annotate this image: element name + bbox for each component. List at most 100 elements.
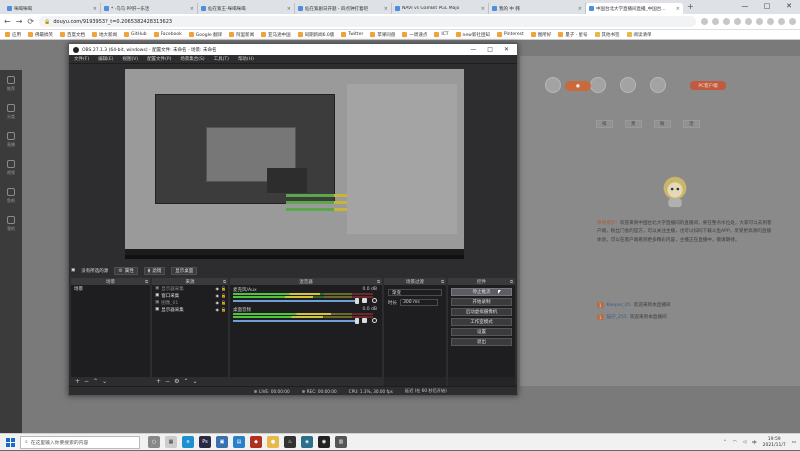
extension-icon[interactable] (767, 18, 774, 25)
scene-item[interactable]: 场景 (71, 285, 150, 292)
start-recording-button[interactable]: 开始录制 (451, 298, 512, 306)
source-item[interactable]: ▣ 显示器采集 ◉ 🔓 (152, 285, 228, 292)
close-tab-icon[interactable]: × (384, 6, 388, 12)
extension-icon[interactable] (723, 18, 730, 25)
volume-icon[interactable]: ◁ (743, 440, 746, 445)
lock-icon[interactable]: 🔓 (221, 286, 226, 291)
bookmark-item[interactable]: 应用 (5, 32, 21, 38)
bookmark-item[interactable]: 一周速点 (402, 32, 427, 38)
bookmark-item[interactable]: Facebook (153, 32, 182, 37)
reload-icon[interactable]: ⟳ (27, 17, 34, 26)
bookmark-item[interactable]: 佛最搞笑 (28, 32, 53, 38)
store-icon[interactable]: ▣ (216, 436, 228, 448)
file-explorer-icon[interactable]: ▦ (165, 436, 177, 448)
forward-icon[interactable]: → (16, 17, 23, 26)
app-icon[interactable]: ◈ (301, 436, 313, 448)
browser-tab[interactable]: * ·乌乌 PP肝~乐活 × (101, 3, 198, 14)
close-tab-icon[interactable]: × (578, 6, 582, 12)
filters-button[interactable]: ⧫ 滤镜 (143, 266, 166, 275)
visibility-icon[interactable]: ◉ (216, 293, 220, 298)
minimize-icon[interactable]: — (734, 0, 756, 13)
remove-icon[interactable]: − (84, 378, 89, 385)
site-nav-item[interactable]: 推荐 (0, 70, 22, 98)
network-icon[interactable]: ◠ (733, 440, 737, 445)
close-icon[interactable]: ✕ (504, 46, 509, 53)
obs-menu-item[interactable]: 帮助(H) (238, 56, 254, 62)
slider-knob[interactable] (355, 298, 359, 304)
visibility-icon[interactable]: ◉ (216, 307, 220, 312)
browser-tab[interactable]: NAVI vs GamBit PGL Majo × (392, 3, 489, 14)
obs-icon[interactable]: ◉ (318, 436, 330, 448)
mute-icon[interactable] (362, 298, 367, 303)
extension-icon[interactable] (756, 18, 763, 25)
bookmark-item[interactable]: 图所好 (530, 32, 551, 38)
subscribe-button[interactable]: ● (565, 81, 591, 91)
tray-chevron-icon[interactable]: ⌃ (723, 440, 727, 445)
ime-icon[interactable]: 中 (752, 440, 757, 446)
undock-icon[interactable]: ⧉ (223, 279, 226, 284)
back-icon[interactable]: ← (4, 17, 11, 26)
extension-icon[interactable] (745, 18, 752, 25)
app-icon[interactable]: ▥ (335, 436, 347, 448)
rank-tab[interactable]: 排 (596, 120, 613, 128)
bookmark-item[interactable]: Twitter (341, 32, 363, 37)
properties-button[interactable]: ⚙ 属性 (114, 266, 138, 275)
share-icon[interactable] (650, 77, 666, 93)
browser-tab[interactable]: 咪喝咪喝 × (4, 3, 101, 14)
gear-icon[interactable] (372, 298, 377, 303)
transition-select[interactable]: 渐变 (388, 289, 442, 296)
undock-icon[interactable]: ⧉ (441, 279, 444, 284)
bookmark-item[interactable]: GitHub (124, 32, 147, 37)
bookmark-item[interactable]: 亚马逊中国 (261, 32, 291, 38)
display-button[interactable]: 显示桌面 (171, 266, 198, 275)
volume-slider[interactable] (233, 318, 359, 324)
lock-icon[interactable]: 🔓 (221, 293, 226, 298)
undock-icon[interactable]: ⧉ (377, 279, 380, 284)
noble-tab[interactable]: 贵 (625, 120, 642, 128)
move-down-icon[interactable]: ⌄ (192, 378, 197, 385)
remove-icon[interactable]: − (165, 378, 170, 385)
minimize-icon[interactable]: — (470, 46, 476, 53)
extension-icon[interactable] (712, 18, 719, 25)
bookmark-item[interactable]: Pinterest (496, 32, 524, 37)
start-virtual-camera-button[interactable]: 启动虚拟摄像机 (451, 308, 512, 316)
site-nav-item[interactable]: 直播 (0, 126, 22, 154)
site-nav-item[interactable]: 视频 (0, 154, 22, 182)
new-tab-button[interactable]: + (683, 2, 698, 14)
mute-icon[interactable] (362, 318, 367, 323)
slider-knob[interactable] (355, 318, 359, 324)
fan-icon[interactable] (590, 77, 606, 93)
browser-tab-active[interactable]: 中国台北大学直播间直播_中国台... × (586, 3, 683, 14)
browser-tab[interactable]: 我的 中 韩 × (489, 3, 586, 14)
app-icon[interactable]: ◆ (250, 436, 262, 448)
bookmark-item[interactable]: ICT (434, 32, 449, 37)
menu-icon[interactable] (789, 18, 796, 25)
url-input[interactable]: 🔒 douyu.com/9193953?_t=0.206538242831362… (39, 16, 696, 27)
gear-icon[interactable] (372, 318, 377, 323)
close-tab-icon[interactable]: × (93, 6, 97, 12)
extension-icon[interactable] (701, 18, 708, 25)
extension-icon[interactable] (734, 18, 741, 25)
bookmark-item[interactable]: 阿里新闻 (229, 32, 254, 38)
gift-icon[interactable] (545, 77, 561, 93)
lock-icon[interactable]: 🔓 (221, 307, 226, 312)
close-tab-icon[interactable]: × (287, 6, 291, 12)
task-view-icon[interactable]: ○ (148, 436, 160, 448)
site-nav-item[interactable]: 我的 (0, 210, 22, 238)
browser-tab[interactable]: 仙在紫剧日开题 - 四点钟打着吧 × (295, 3, 392, 14)
stop-streaming-button[interactable]: 停止推流 (451, 288, 512, 296)
close-tab-icon[interactable]: × (190, 6, 194, 12)
obs-menu-item[interactable]: 视图(V) (122, 56, 138, 62)
notification-icon[interactable]: ▭ (792, 440, 796, 445)
add-icon[interactable]: + (75, 378, 80, 385)
duration-input[interactable]: 300 ms (400, 299, 438, 306)
bookmark-item[interactable]: 苹果同盘 (370, 32, 395, 38)
close-tab-icon[interactable]: × (481, 6, 485, 12)
move-down-icon[interactable]: ⌄ (102, 378, 107, 385)
site-nav-item[interactable]: 分类 (0, 98, 22, 126)
undock-icon[interactable]: ⧉ (145, 279, 148, 284)
lock-icon[interactable]: 🔓 (221, 300, 226, 305)
obs-menu-item[interactable]: 配置文件(P) (147, 56, 171, 62)
bookmark-item[interactable]: 其他书签 (594, 32, 620, 38)
undock-icon[interactable]: ⧉ (510, 279, 513, 284)
